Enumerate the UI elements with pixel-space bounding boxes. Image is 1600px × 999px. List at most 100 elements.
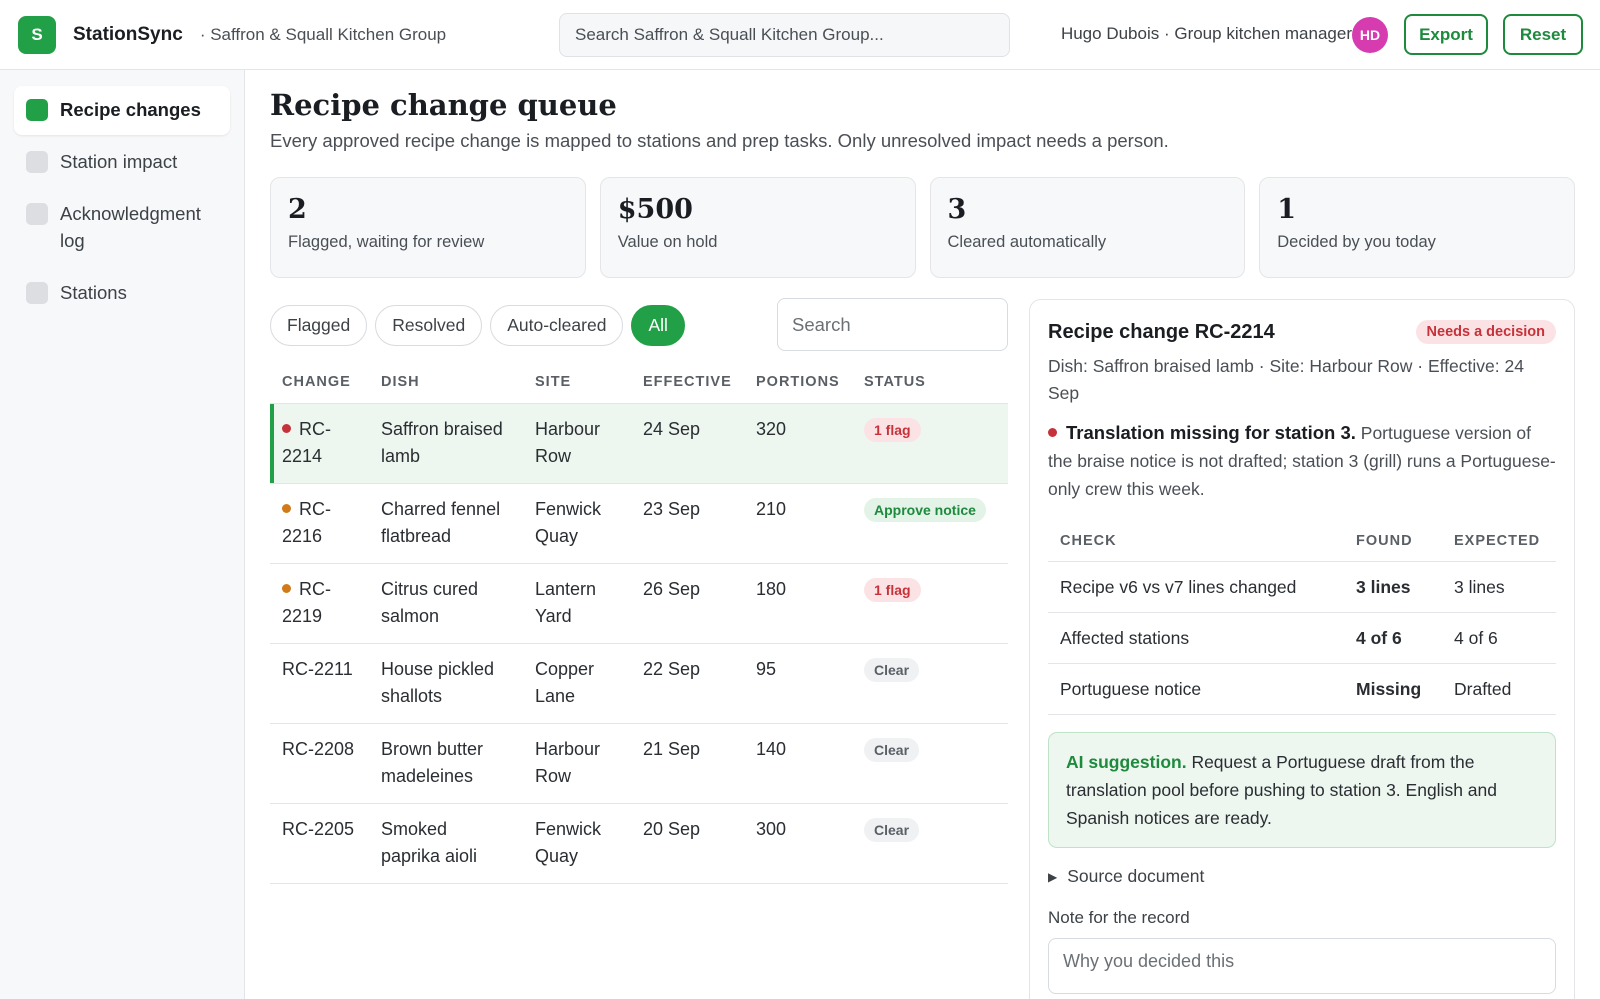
- detail-panel: Recipe change RC-2214 Needs a decision D…: [1029, 299, 1575, 999]
- change-id: RC-2205: [282, 819, 355, 839]
- check-found: 4 of 6: [1344, 612, 1442, 664]
- cell-site: Lantern Yard: [523, 563, 631, 644]
- column-header-site[interactable]: SITE: [523, 362, 631, 404]
- column-header-portions[interactable]: PORTIONS: [744, 362, 852, 404]
- cell-site: Harbour Row: [523, 403, 631, 484]
- sidebar-item-recipe-changes[interactable]: Recipe changes: [14, 86, 230, 135]
- cell-dish: House pickled shallots: [369, 643, 523, 724]
- reset-button[interactable]: Reset: [1503, 14, 1583, 55]
- check-expected: Drafted: [1442, 663, 1556, 715]
- nav-square-icon: [26, 151, 48, 173]
- sidebar-item-station-impact[interactable]: Station impact: [14, 138, 230, 187]
- column-header-dish[interactable]: DISH: [369, 362, 523, 404]
- cell-dish: Charred fennel flatbread: [369, 483, 523, 564]
- checks-header-row: CHECK FOUND EXPECTED: [1048, 521, 1556, 562]
- table-row[interactable]: RC-2205 Smoked paprika aioli Fenwick Quay 2…: [270, 803, 1008, 884]
- stat-card-flagged: 2 Flagged, waiting for review: [270, 177, 586, 278]
- status-dot-icon: [282, 584, 291, 593]
- triangle-right-icon: ▶: [1048, 869, 1058, 884]
- issue-summary: Translation missing for station 3. Portu…: [1048, 419, 1556, 503]
- table-header-row: CHANGE DISH SITE EFFECTIVE PORTIONS STAT…: [270, 362, 1008, 404]
- table-row[interactable]: RC-2216 Charred fennel flatbread Fenwick Q…: [270, 483, 1008, 564]
- check-row: Recipe v6 vs v7 lines changed 3 lines 3 …: [1048, 561, 1556, 613]
- cell-portions: 180: [744, 563, 852, 644]
- sidebar-item-stations[interactable]: Stations: [14, 269, 230, 318]
- sidebar: Recipe changes Station impact Acknowledg…: [0, 70, 245, 999]
- table-row[interactable]: RC-2211 House pickled shallots Copper Lane…: [270, 643, 1008, 724]
- avatar-initials: HD: [1359, 27, 1381, 43]
- stat-card-cleared: 3 Cleared automatically: [929, 177, 1246, 278]
- status-dot-icon: [282, 424, 291, 433]
- stat-label: Decided by you today: [1277, 233, 1436, 251]
- app-logo: S: [18, 15, 56, 54]
- cell-status: Clear: [852, 643, 1008, 724]
- stat-label: Value on hold: [617, 233, 718, 251]
- sidebar-item-label: Station impact: [60, 151, 178, 172]
- check-name: Affected stations: [1048, 612, 1344, 664]
- issue-title: Translation missing for station 3.: [1066, 422, 1356, 443]
- cell-dish: Saffron braised lamb: [369, 403, 523, 484]
- check-expected: 4 of 6: [1442, 612, 1556, 664]
- stat-value: 2: [288, 194, 307, 225]
- change-id: RC-2211: [282, 659, 353, 679]
- source-document-toggle[interactable]: ▶ Source document: [1048, 866, 1556, 887]
- cell-site: Harbour Row: [523, 723, 631, 804]
- source-document-label: Source document: [1067, 866, 1205, 886]
- filter-auto-cleared[interactable]: Auto-cleared: [490, 305, 624, 346]
- cell-effective: 22 Sep: [631, 643, 744, 724]
- status-badge: Clear: [864, 658, 920, 682]
- column-header-found: FOUND: [1344, 521, 1442, 562]
- cell-change: RC-2211: [270, 643, 369, 724]
- cell-status: Clear: [852, 803, 1008, 884]
- cell-dish: Brown butter madeleines: [369, 723, 523, 804]
- cell-dish: Smoked paprika aioli: [369, 803, 523, 884]
- cell-effective: 23 Sep: [631, 483, 744, 564]
- sidebar-item-label: Recipe changes: [60, 99, 201, 120]
- cell-effective: 24 Sep: [631, 403, 744, 484]
- table-row[interactable]: RC-2214 Saffron braised lamb Harbour Row 24…: [270, 403, 1008, 484]
- cell-status: Clear: [852, 723, 1008, 804]
- nav-square-icon: [26, 99, 48, 121]
- note-label: Note for the record: [1048, 908, 1190, 927]
- global-search-input[interactable]: [559, 13, 1010, 57]
- stat-value: 1: [1277, 194, 1297, 225]
- org-name: · Saffron & Squall Kitchen Group: [199, 24, 447, 44]
- check-row: Affected stations 4 of 6 4 of 6: [1048, 612, 1556, 664]
- filter-flagged[interactable]: Flagged: [270, 305, 368, 346]
- table-row[interactable]: RC-2219 Citrus cured salmon Lantern Yard 26…: [270, 563, 1008, 644]
- ai-suggestion: AI suggestion. Request a Portuguese draf…: [1048, 732, 1556, 848]
- cell-site: Copper Lane: [523, 643, 631, 724]
- status-badge: Approve notice: [864, 498, 986, 522]
- checks-table: CHECK FOUND EXPECTED Recipe v6 vs v7 lin…: [1048, 521, 1556, 715]
- cell-change: RC-2216: [270, 483, 369, 564]
- cell-change: RC-2219: [270, 563, 369, 644]
- nav-square-icon: [26, 203, 48, 225]
- column-header-change[interactable]: CHANGE: [270, 362, 369, 404]
- column-header-status[interactable]: STATUS: [852, 362, 1008, 404]
- export-button[interactable]: Export: [1404, 14, 1488, 55]
- cell-dish: Citrus cured salmon: [369, 563, 523, 644]
- cell-portions: 210: [744, 483, 852, 564]
- table-row[interactable]: RC-2208 Brown butter madeleines Harbour Ro…: [270, 723, 1008, 804]
- queue-search-input[interactable]: [777, 298, 1008, 351]
- cell-portions: 95: [744, 643, 852, 724]
- check-name: Portuguese notice: [1048, 663, 1344, 715]
- filter-resolved[interactable]: Resolved: [375, 305, 483, 346]
- cell-status: 1 flag: [852, 403, 1008, 484]
- column-header-effective[interactable]: EFFECTIVE: [631, 362, 744, 404]
- sidebar-item-label: Acknowledgment log: [60, 203, 201, 251]
- note-input[interactable]: [1048, 938, 1556, 994]
- sidebar-item-acknowledgment-log[interactable]: Acknowledgment log: [14, 190, 230, 266]
- filter-all[interactable]: All: [631, 305, 685, 346]
- avatar[interactable]: HD: [1352, 17, 1388, 53]
- column-header-check: CHECK: [1048, 521, 1344, 562]
- recipe-change-table: CHANGE DISH SITE EFFECTIVE PORTIONS STAT…: [270, 362, 1008, 884]
- status-dot-icon: [282, 504, 291, 513]
- cell-site: Fenwick Quay: [523, 483, 631, 564]
- status-badge: Needs a decision: [1415, 320, 1556, 344]
- stat-cards: 2 Flagged, waiting for review $500 Value…: [270, 177, 1575, 278]
- nav-square-icon: [26, 282, 48, 304]
- cell-status: Approve notice: [852, 483, 1008, 564]
- flag-dot-icon: [1048, 428, 1057, 437]
- page-subtitle: Every approved recipe change is mapped t…: [270, 130, 1169, 151]
